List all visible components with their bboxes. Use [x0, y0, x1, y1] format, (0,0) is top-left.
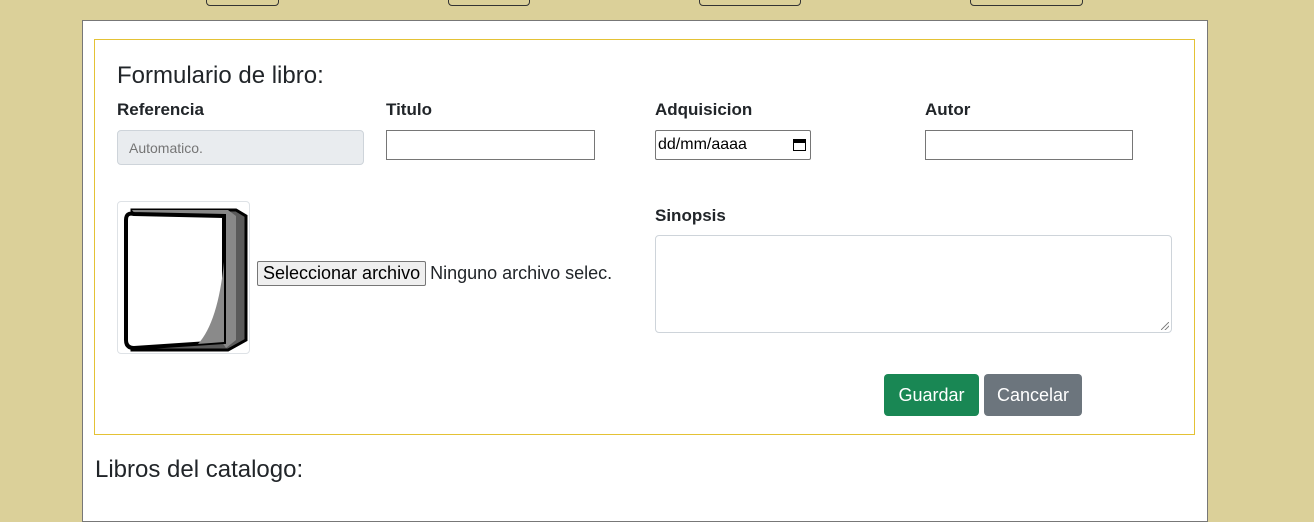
- resize-handle-icon[interactable]: [1161, 322, 1169, 330]
- form-title: Formulario de libro:: [117, 62, 324, 89]
- calendar-icon[interactable]: [792, 137, 808, 153]
- date-placeholder: dd/mm/aaaa: [658, 136, 747, 153]
- book-image-preview: [117, 201, 250, 354]
- cancel-button[interactable]: Cancelar: [984, 374, 1082, 416]
- file-status: Ninguno archivo selec.: [430, 263, 613, 283]
- titulo-input[interactable]: [386, 130, 595, 160]
- adquisicion-label: Adquisicion: [655, 100, 753, 119]
- titulo-label: Titulo: [386, 100, 432, 119]
- sinopsis-label: Sinopsis: [655, 206, 726, 225]
- catalog-title: Libros del catalogo:: [95, 456, 304, 483]
- adquisicion-date-input[interactable]: dd/mm/aaaa: [655, 130, 811, 160]
- nav-button-4[interactable]: [970, 0, 1083, 6]
- autor-label: Autor: [925, 100, 971, 119]
- nav-button-3[interactable]: [699, 0, 801, 6]
- autor-input[interactable]: [925, 130, 1133, 160]
- book-form: Formulario de libro: Referencia Titulo A…: [94, 39, 1195, 435]
- sinopsis-textarea[interactable]: [655, 235, 1172, 333]
- referencia-label: Referencia: [117, 100, 204, 119]
- referencia-input[interactable]: [117, 130, 364, 165]
- save-button[interactable]: Guardar: [884, 374, 979, 416]
- book-icon: [124, 208, 248, 352]
- main-panel: Formulario de libro: Referencia Titulo A…: [82, 20, 1208, 522]
- nav-button-1[interactable]: [206, 0, 279, 6]
- file-input: Seleccionar archivo Ninguno archivo sele…: [257, 261, 612, 286]
- select-file-button[interactable]: Seleccionar archivo: [257, 261, 427, 286]
- nav-button-2[interactable]: [448, 0, 530, 6]
